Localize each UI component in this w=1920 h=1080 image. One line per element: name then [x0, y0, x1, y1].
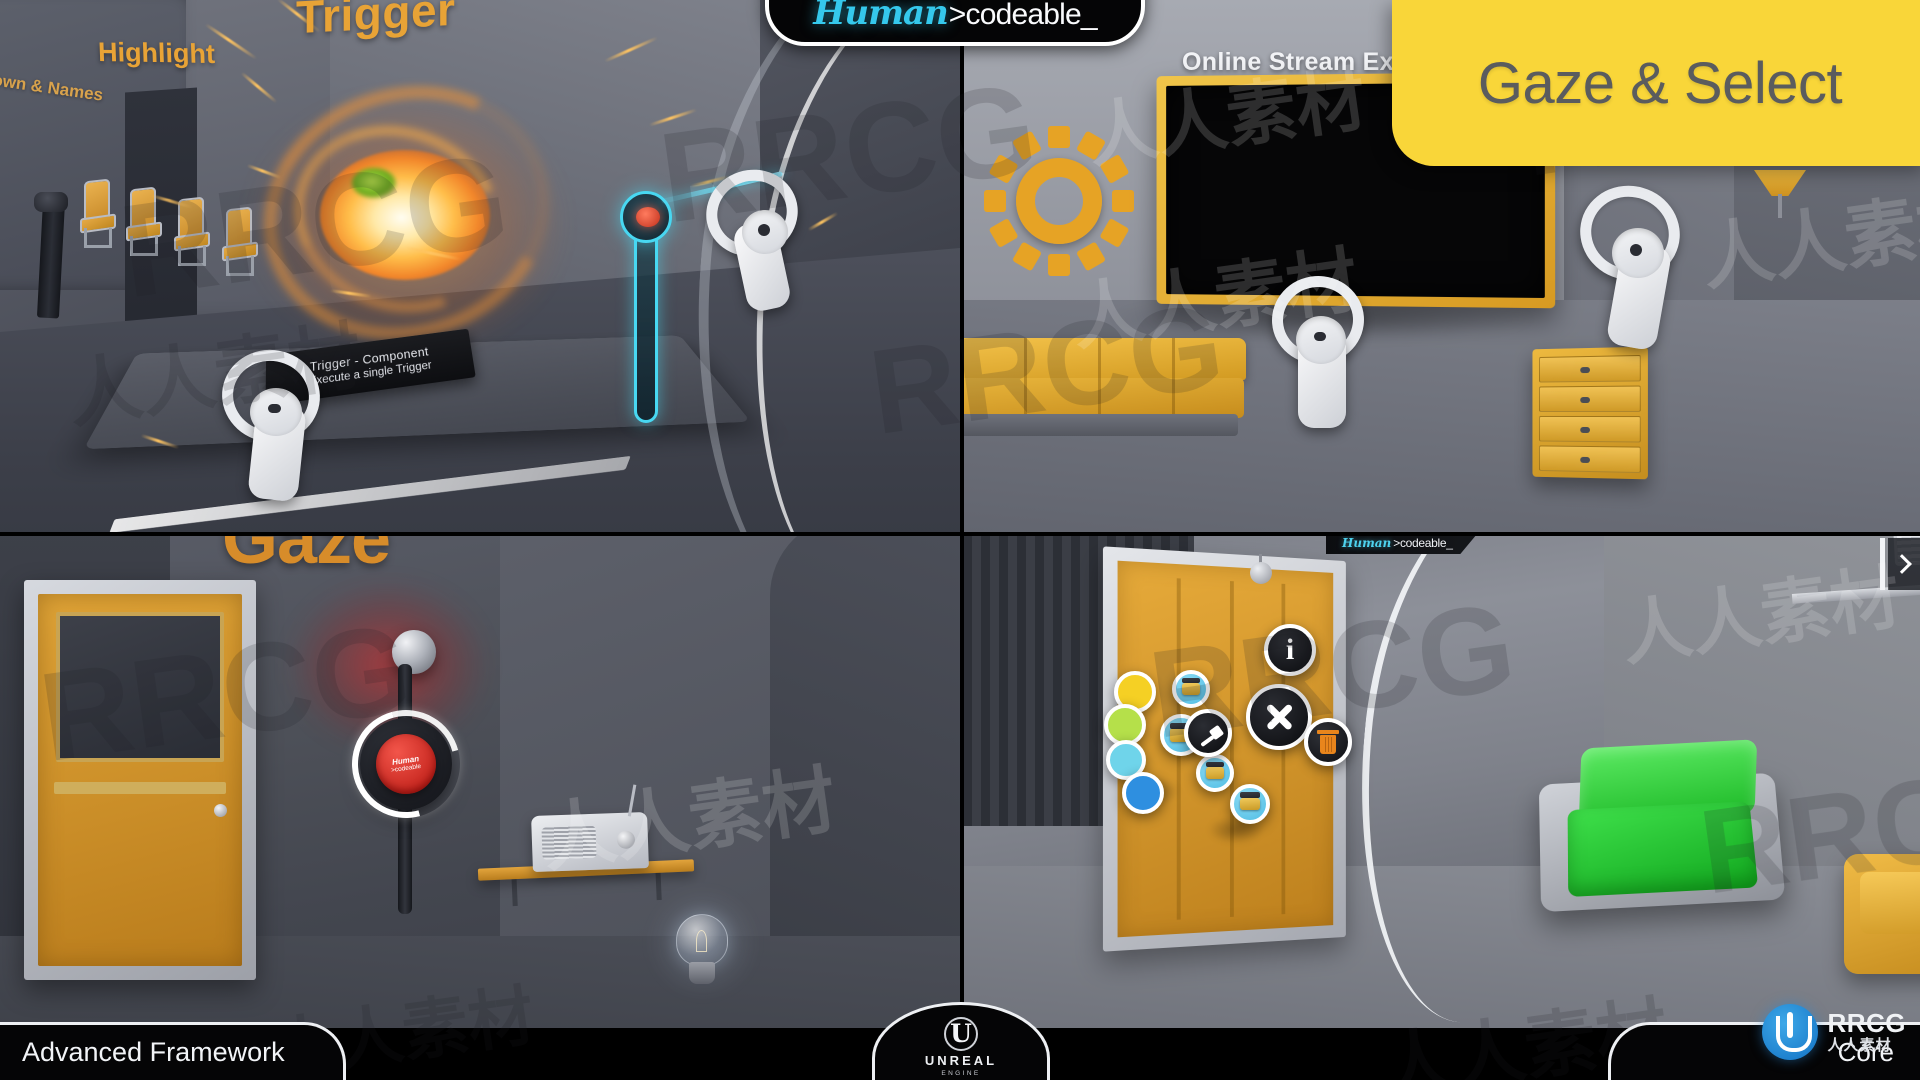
vr-controller[interactable]	[214, 342, 352, 508]
widget-active-dot	[636, 207, 660, 227]
red-push-button[interactable]: Human >codeable	[376, 734, 436, 794]
door-knob[interactable]	[214, 804, 227, 817]
rrcg-secondary-text: 人人素材	[1827, 1036, 1892, 1054]
brand-script-word: Human	[813, 0, 949, 33]
trash-icon	[1316, 730, 1340, 754]
door-rail	[54, 782, 226, 794]
brand-logo-small: Human >codeable_	[1326, 536, 1479, 554]
explosion-green-burst	[352, 168, 396, 198]
screenshot-stage: Trigger Highlight own & Names Trigger - …	[0, 0, 1920, 1080]
unreal-engine-sub: ENGINE	[941, 1070, 981, 1077]
podium-head	[34, 192, 68, 212]
nav-divider	[1880, 538, 1885, 590]
unreal-engine-name: UNREAL	[924, 1053, 998, 1068]
rrcg-primary-text: RRCG	[1827, 1008, 1906, 1039]
brand-mono-word: >codeable_	[948, 0, 1098, 31]
sofa-selected-green[interactable]	[1538, 736, 1810, 926]
close-button[interactable]	[1246, 684, 1312, 750]
seat	[172, 196, 216, 268]
ceiling-lamp	[1244, 554, 1278, 594]
panel-gaze-demo[interactable]: Gaze Human >codeable	[0, 536, 960, 1028]
panel-trigger-demo[interactable]: Trigger Highlight own & Names Trigger - …	[0, 0, 960, 532]
info-icon: i	[1285, 633, 1295, 666]
wall-label-highlight: Highlight	[97, 36, 216, 70]
sofa-yellow[interactable]	[1844, 854, 1920, 974]
sofa-yellow	[964, 338, 1250, 444]
paint-button[interactable]	[1184, 709, 1232, 757]
unreal-u-glyph: U	[950, 1018, 972, 1048]
thumb-sofa-1[interactable]	[1172, 670, 1210, 708]
close-icon	[1263, 701, 1295, 733]
ceiling-lamp	[1754, 170, 1806, 218]
seat	[78, 178, 122, 250]
vr-controller[interactable]	[1568, 174, 1708, 366]
radio-dial[interactable]	[616, 830, 636, 850]
vr-controller[interactable]	[694, 157, 820, 320]
door-window	[56, 612, 224, 762]
delete-button[interactable]	[1304, 718, 1352, 766]
feature-banner: Gaze & Select	[1392, 0, 1920, 166]
dresser-cabinet	[1532, 346, 1648, 480]
explosion-core	[320, 150, 490, 280]
panel-divider-horizontal	[0, 532, 1920, 536]
thumb-sofa-4[interactable]	[1230, 784, 1270, 824]
unreal-engine-icon: U	[944, 1017, 978, 1051]
thumb-sofa-3[interactable]	[1196, 754, 1234, 792]
panel-core-radial-menu[interactable]: i Human >codeable_	[964, 536, 1920, 1028]
feature-banner-label: Gaze & Select	[1477, 50, 1843, 116]
gear-decoration	[986, 126, 1132, 276]
panel-divider-vertical	[960, 0, 964, 1028]
gaze-target-widget[interactable]	[618, 191, 674, 425]
info-button[interactable]: i	[1264, 624, 1316, 676]
widget-stem	[634, 233, 658, 423]
panel-title-gaze: Gaze	[222, 536, 391, 579]
vr-controller[interactable]	[1269, 272, 1392, 436]
footer-left-badge: Advanced Framework	[0, 1022, 346, 1080]
door-frame	[24, 580, 256, 980]
rrcg-watermark-logo: RRCG 人人素材	[1762, 1004, 1906, 1060]
brand-script-word: Human	[1342, 536, 1392, 550]
retro-radio[interactable]	[531, 784, 649, 873]
brand-mono-word: >codeable_	[1393, 536, 1453, 550]
seat-row	[78, 172, 258, 282]
rrcg-mark-icon	[1762, 1004, 1819, 1060]
radio-speaker-grille	[541, 825, 597, 860]
door[interactable]	[38, 594, 242, 966]
panel-title-online-stream: Online Stream Exa	[1182, 48, 1409, 76]
footer-left-label: Advanced Framework	[22, 1037, 285, 1067]
brand-badge: Human >codeable_	[765, 0, 1145, 46]
paintbrush-icon	[1196, 721, 1225, 748]
swatch-blue[interactable]	[1122, 772, 1164, 814]
light-bulb[interactable]	[672, 914, 732, 992]
next-slide-button[interactable]	[1888, 538, 1920, 590]
